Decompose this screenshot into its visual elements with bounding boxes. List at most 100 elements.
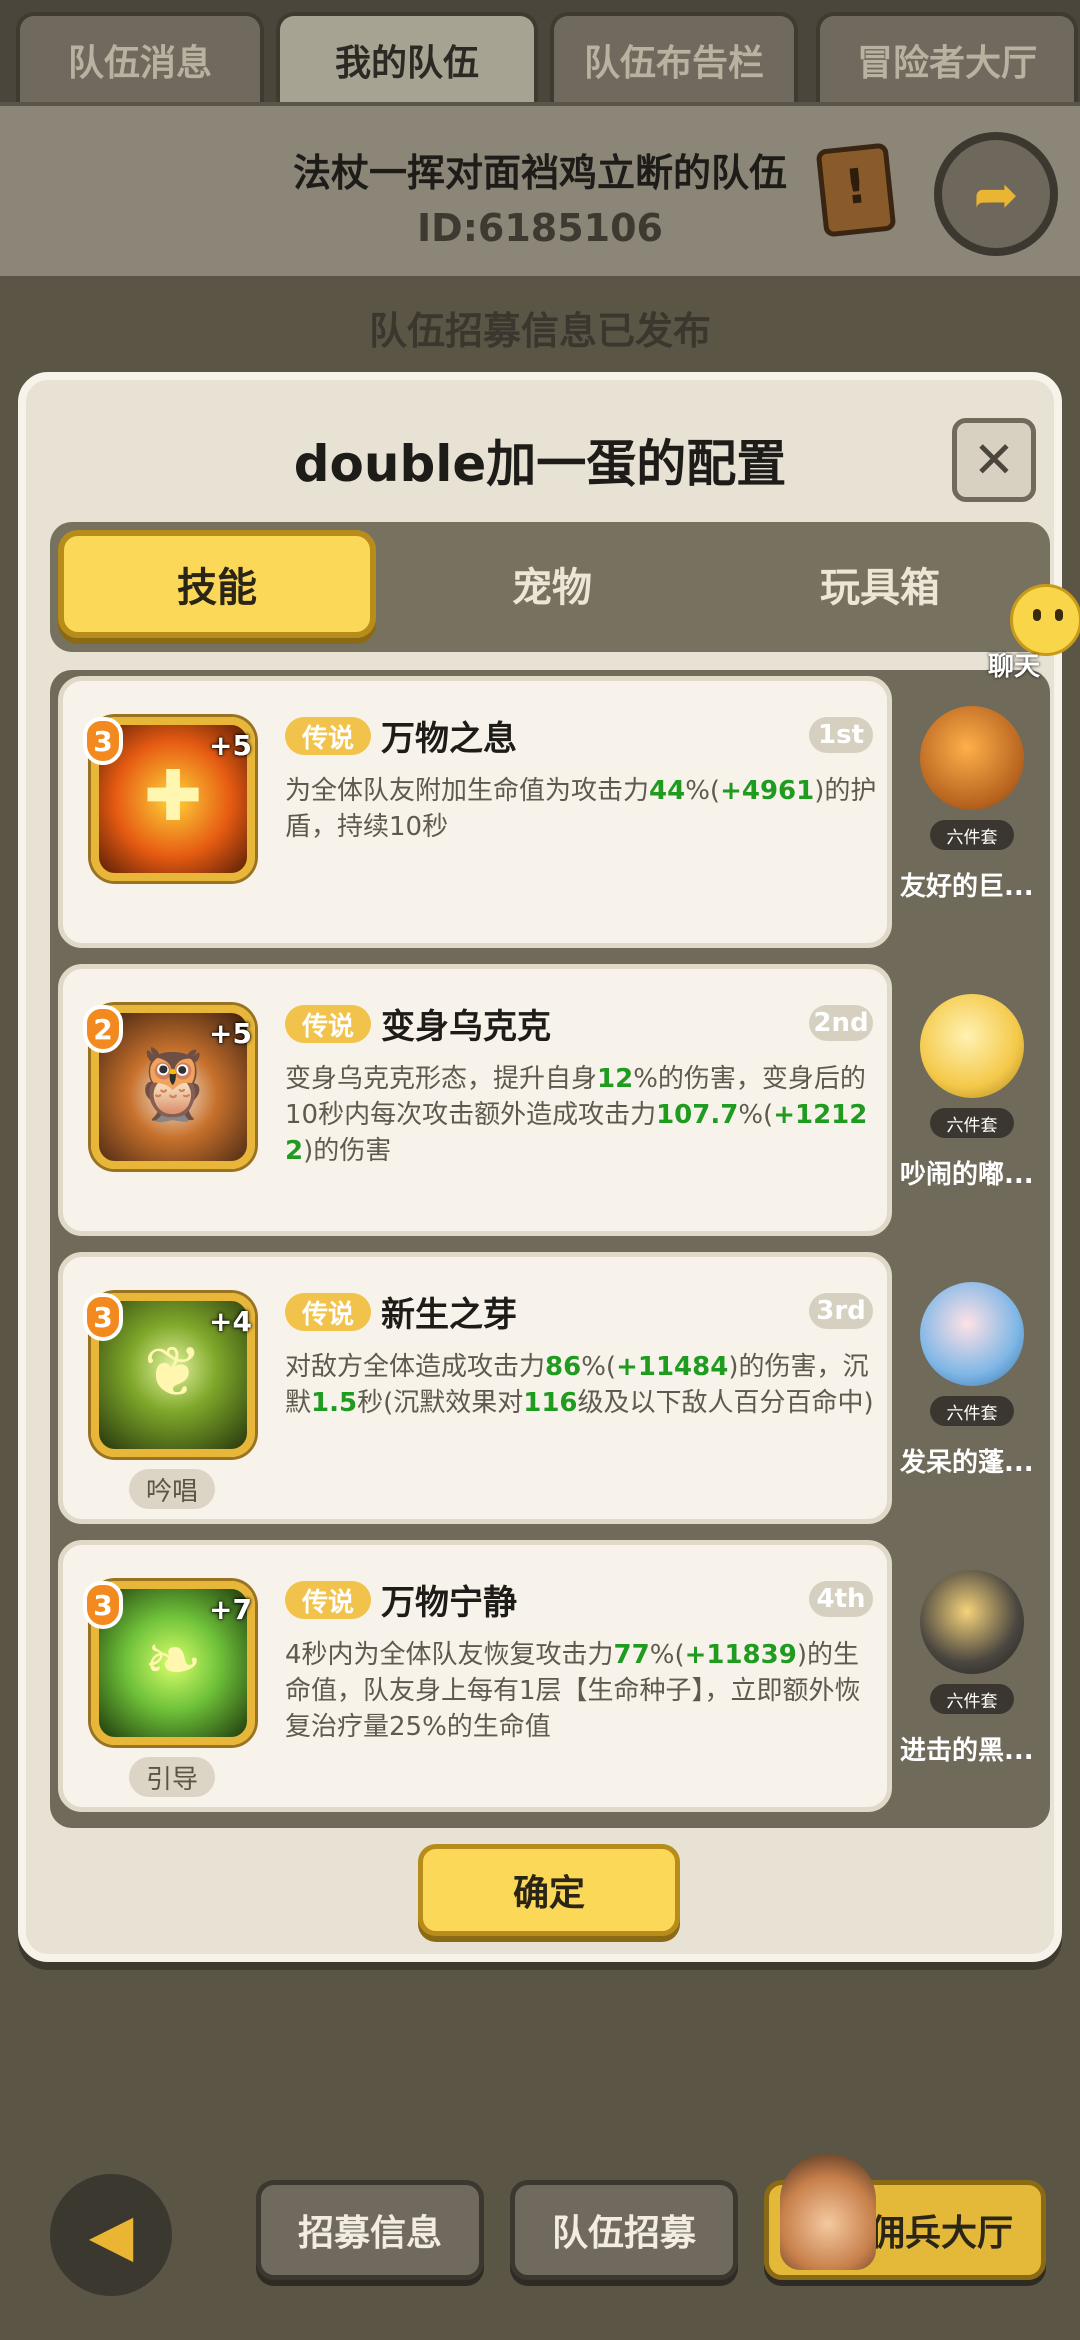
team-recruit-button[interactable]: 队伍招募 bbox=[510, 2180, 738, 2280]
team-header: 法杖一挥对面裆鸡立断的队伍 ID:6185106 ➦ bbox=[0, 102, 1080, 282]
notice-scroll-icon[interactable] bbox=[815, 142, 897, 238]
skill-description: 对敌方全体造成攻击力86%(+11484)的伤害，沉默1.5秒(沉默效果对116… bbox=[285, 1349, 877, 1421]
close-icon: ✕ bbox=[973, 431, 1015, 489]
desc-text: %( bbox=[738, 1100, 774, 1130]
rarity-tag: 传说 bbox=[285, 1293, 371, 1331]
desc-text: 4秒内为全体队友恢复攻击力 bbox=[285, 1640, 614, 1670]
pet-name: 吵闹的嘟... bbox=[900, 1160, 1034, 1190]
mercenary-hall-label: 佣兵大厅 bbox=[868, 2213, 1013, 2254]
skill-plus-badge: +7 bbox=[209, 1593, 252, 1626]
skill-plus-badge: +5 bbox=[209, 729, 252, 762]
pet-name: 发呆的蓬... bbox=[900, 1448, 1034, 1478]
pet-slot[interactable]: 六件套 友好的巨... bbox=[896, 676, 1048, 948]
tab-team-bulletin[interactable]: 队伍布告栏 bbox=[550, 12, 798, 104]
recruit-info-button[interactable]: 招募信息 bbox=[256, 2180, 484, 2280]
leaf-icon: ❧ bbox=[143, 1619, 203, 1701]
skill-level-badge: 3 bbox=[83, 1293, 123, 1341]
modal-tab-bar: 技能 宠物 玩具箱 bbox=[50, 522, 1050, 652]
pet-name: 进击的黑... bbox=[900, 1736, 1034, 1766]
desc-value-highlight: 1.5 bbox=[311, 1388, 358, 1418]
tab-adventurer-hall[interactable]: 冒险者大厅 bbox=[816, 12, 1078, 104]
skill-name: 万物宁静 bbox=[381, 1583, 517, 1623]
desc-text: )的伤害 bbox=[303, 1136, 392, 1166]
skill-level-badge: 2 bbox=[83, 1005, 123, 1053]
desc-value-highlight: 116 bbox=[523, 1388, 578, 1418]
desc-value-highlight: 44 bbox=[649, 776, 686, 806]
pet-slot[interactable]: 六件套 发呆的蓬... bbox=[896, 1252, 1048, 1524]
skill-card[interactable]: 🦉 2 +5 传说 变身乌克克 2nd 变身乌克克形态，提升自身12%的伤害，变… bbox=[58, 964, 892, 1236]
cast-type-tag: 吟唱 bbox=[129, 1469, 215, 1509]
pet-avatar bbox=[920, 706, 1024, 810]
tab-my-team[interactable]: 我的队伍 bbox=[276, 12, 538, 104]
skill-description: 4秒内为全体队友恢复攻击力77%(+11839)的生命值，队友身上每有1层【生命… bbox=[285, 1637, 877, 1745]
close-button[interactable]: ✕ bbox=[952, 418, 1036, 502]
exit-team-button[interactable]: ➦ bbox=[934, 132, 1058, 256]
skill-card[interactable]: ✚ 3 +5 传说 万物之息 1st 为全体队友附加生命值为攻击力44%(+49… bbox=[58, 676, 892, 948]
top-tab-bar: 队伍消息 我的队伍 队伍布告栏 冒险者大厅 bbox=[0, 0, 1080, 104]
skill-plus-badge: +4 bbox=[209, 1305, 252, 1338]
skill-name: 变身乌克克 bbox=[381, 1007, 551, 1047]
pet-slot[interactable]: 六件套 吵闹的嘟... bbox=[896, 964, 1048, 1236]
skill-level-badge: 3 bbox=[83, 717, 123, 765]
skill-rank-tag: 1st bbox=[809, 717, 873, 753]
skill-card[interactable]: ❧ 3 +7 引导 传说 万物宁静 4th 4秒内为全体队友恢复攻击力77%(+… bbox=[58, 1540, 892, 1812]
desc-value-highlight: 107.7 bbox=[656, 1100, 739, 1130]
back-arrow-icon: ◀ bbox=[88, 2201, 134, 2269]
desc-value-highlight: 12 bbox=[597, 1064, 634, 1094]
rarity-tag: 传说 bbox=[285, 1005, 371, 1043]
team-id: ID:6185106 bbox=[417, 206, 663, 250]
sprout-icon: ❦ bbox=[143, 1331, 203, 1413]
skill-name: 新生之芽 bbox=[381, 1295, 517, 1335]
rarity-tag: 传说 bbox=[285, 1581, 371, 1619]
config-modal: double加一蛋的配置 ✕ 技能 宠物 玩具箱 ✚ 3 +5 传说 万物之息 … bbox=[18, 372, 1062, 1962]
pet-slot[interactable]: 六件套 进击的黑... bbox=[896, 1540, 1048, 1812]
pet-set-tag: 六件套 bbox=[930, 1396, 1014, 1426]
skill-card[interactable]: ❦ 3 +4 吟唱 传说 新生之芽 3rd 对敌方全体造成攻击力86%(+114… bbox=[58, 1252, 892, 1524]
skill-rank-tag: 3rd bbox=[809, 1293, 873, 1329]
pet-set-tag: 六件套 bbox=[930, 820, 1014, 850]
skill-plus-badge: +5 bbox=[209, 1017, 252, 1050]
chat-label[interactable]: 聊天 bbox=[988, 646, 1040, 683]
pet-set-tag: 六件套 bbox=[930, 1108, 1014, 1138]
tab-toybox[interactable]: 玩具箱 bbox=[718, 530, 1042, 638]
desc-text: %( bbox=[685, 776, 721, 806]
team-name: 法杖一挥对面裆鸡立断的队伍 bbox=[292, 151, 787, 195]
back-button[interactable]: ◀ bbox=[50, 2174, 172, 2296]
skill-rank-tag: 2nd bbox=[809, 1005, 873, 1041]
desc-text: 级及以下敌人百分百命中) bbox=[577, 1388, 874, 1418]
owl-icon: 🦉 bbox=[129, 1043, 217, 1125]
confirm-button[interactable]: 确定 bbox=[418, 1844, 680, 1936]
desc-text: 秒(沉默效果对 bbox=[357, 1388, 524, 1418]
tab-pets[interactable]: 宠物 bbox=[390, 530, 714, 638]
cast-type-tag: 引导 bbox=[129, 1757, 215, 1797]
desc-value-highlight: 77 bbox=[613, 1640, 650, 1670]
skill-rank-tag: 4th bbox=[809, 1581, 873, 1617]
desc-value-highlight: +4961 bbox=[720, 776, 815, 806]
skill-description: 变身乌克克形态，提升自身12%的伤害，变身后的10秒内每次攻击额外造成攻击力10… bbox=[285, 1061, 877, 1169]
exit-arrow-icon: ➦ bbox=[973, 162, 1019, 226]
tab-skills[interactable]: 技能 bbox=[58, 530, 376, 638]
desc-value-highlight: +11839 bbox=[684, 1640, 797, 1670]
pet-avatar bbox=[920, 1570, 1024, 1674]
modal-title: double加一蛋的配置 bbox=[293, 435, 787, 493]
skill-list: ✚ 3 +5 传说 万物之息 1st 为全体队友附加生命值为攻击力44%(+49… bbox=[50, 670, 1050, 1828]
desc-value-highlight: 86 bbox=[545, 1352, 582, 1382]
desc-text: %( bbox=[581, 1352, 617, 1382]
heal-cross-icon: ✚ bbox=[143, 755, 203, 837]
rarity-tag: 传说 bbox=[285, 717, 371, 755]
pet-name: 友好的巨... bbox=[900, 872, 1034, 902]
mercenary-avatar bbox=[780, 2154, 876, 2270]
skill-name: 万物之息 bbox=[381, 719, 517, 759]
tab-team-messages[interactable]: 队伍消息 bbox=[16, 12, 264, 104]
pet-set-tag: 六件套 bbox=[930, 1684, 1014, 1714]
desc-value-highlight: +11484 bbox=[616, 1352, 729, 1382]
desc-text: 对敌方全体造成攻击力 bbox=[285, 1352, 546, 1382]
desc-text: 变身乌克克形态，提升自身 bbox=[285, 1064, 598, 1094]
recruit-status-text: 队伍招募信息已发布 bbox=[368, 309, 711, 353]
desc-text: 为全体队友附加生命值为攻击力 bbox=[285, 776, 650, 806]
pet-avatar bbox=[920, 994, 1024, 1098]
skill-level-badge: 3 bbox=[83, 1581, 123, 1629]
pet-avatar bbox=[920, 1282, 1024, 1386]
skill-description: 为全体队友附加生命值为攻击力44%(+4961)的护盾，持续10秒 bbox=[285, 773, 877, 845]
desc-text: %( bbox=[649, 1640, 685, 1670]
